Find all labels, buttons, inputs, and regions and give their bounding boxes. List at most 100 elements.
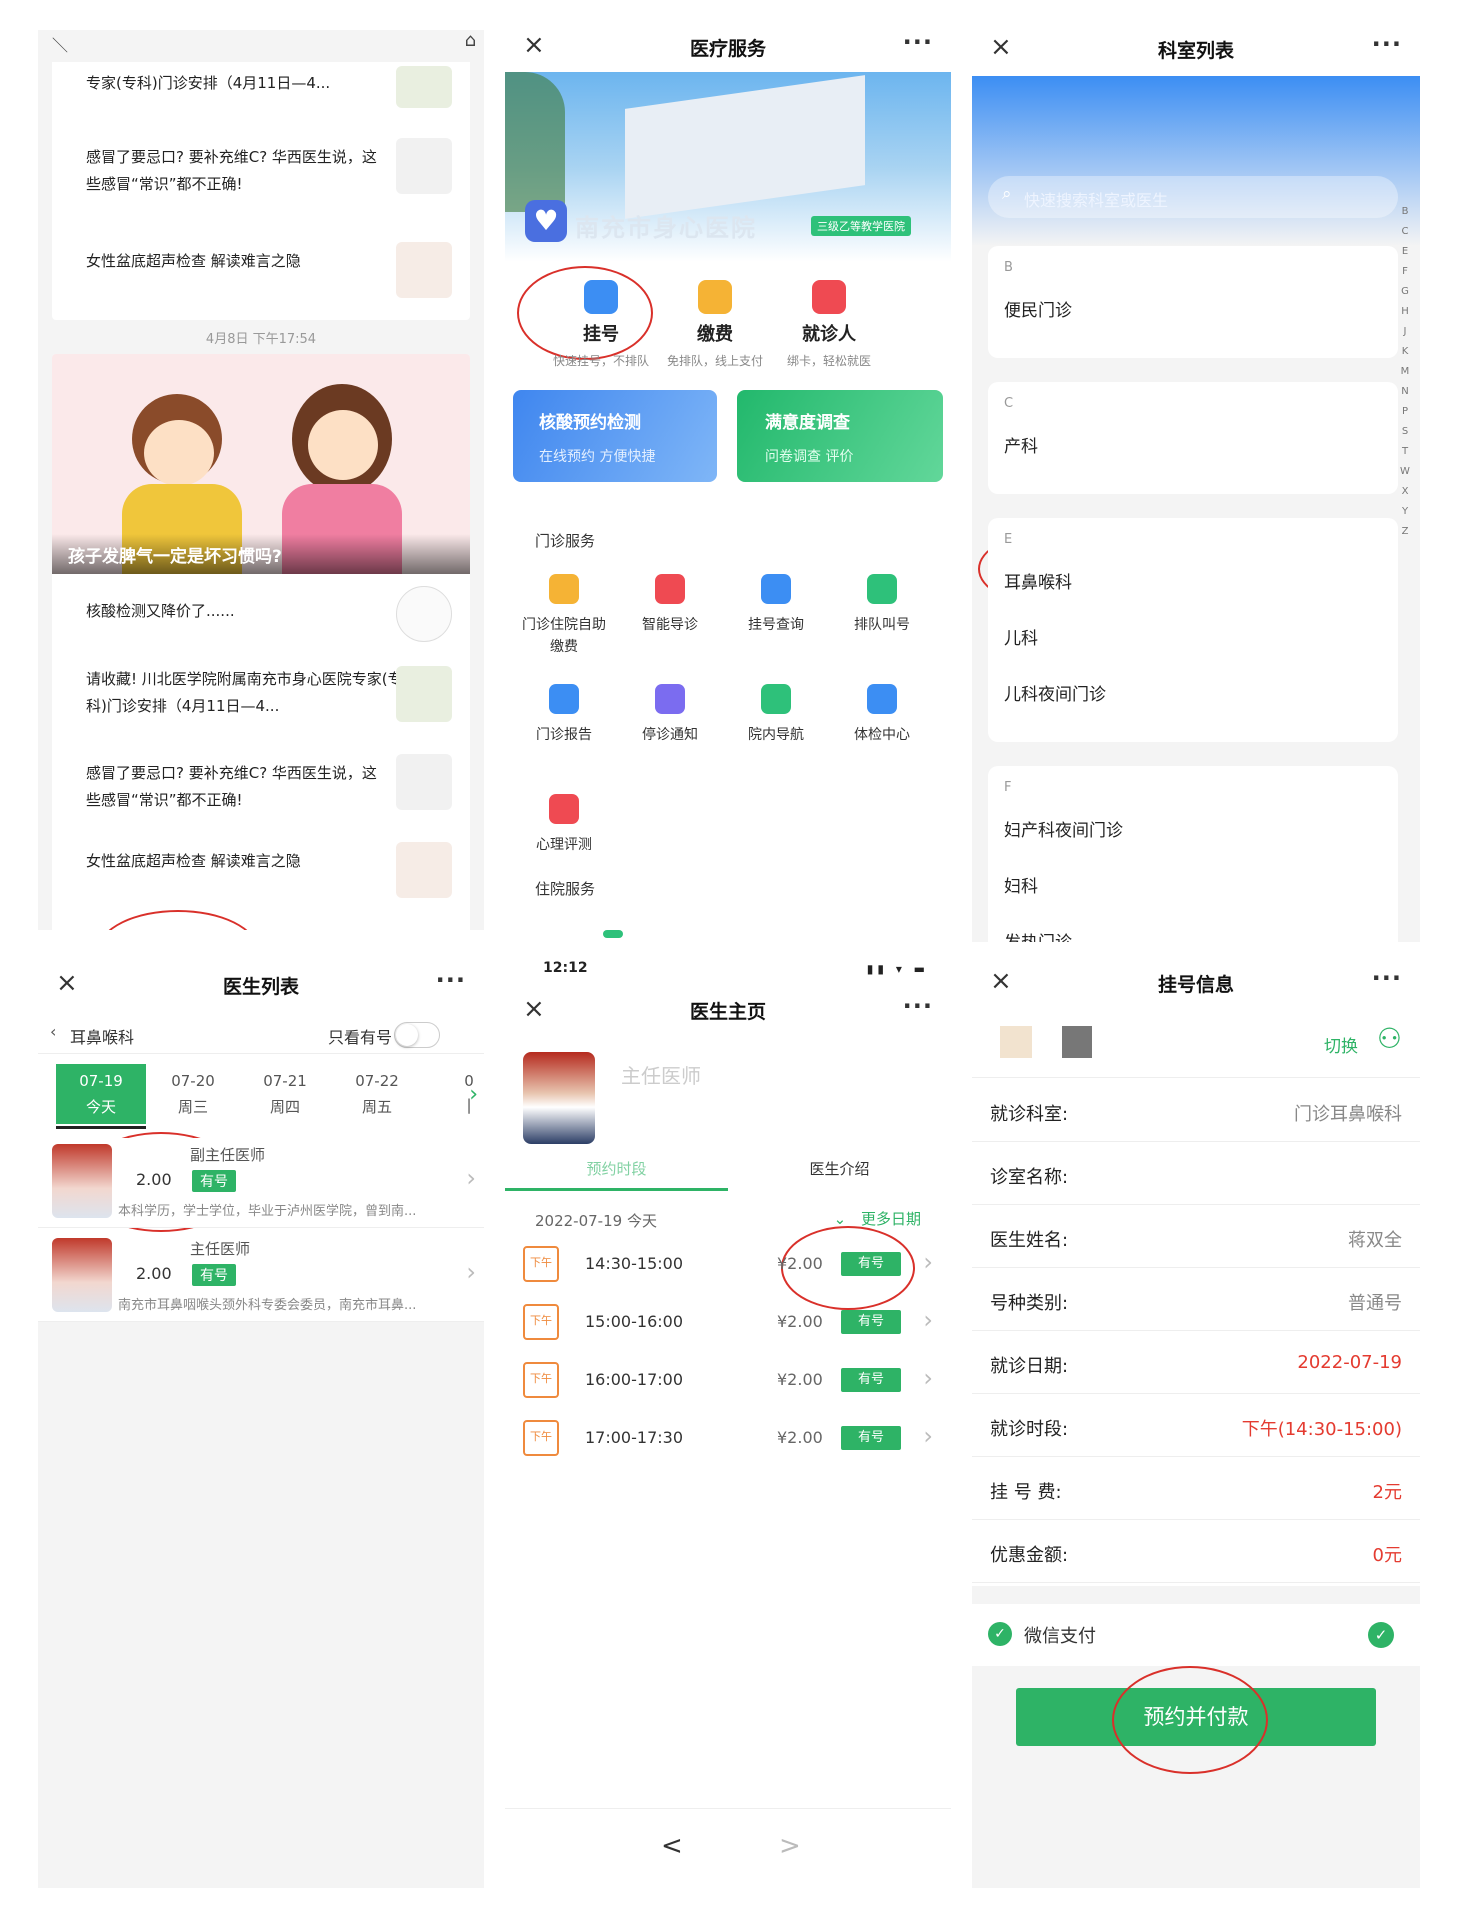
department-item[interactable]: 儿科夜间门诊 — [1004, 680, 1106, 705]
department-back-label[interactable]: 耳鼻喉科 — [70, 1024, 134, 1048]
patient-name-masked — [1062, 1026, 1092, 1058]
date-tab[interactable]: 07-22 周五 — [332, 1064, 422, 1124]
action-1[interactable]: 挂号 快速挂号，不排队 — [541, 280, 661, 369]
time-slot[interactable]: 下午 17:00-17:30 ¥2.00 有号 › — [523, 1412, 933, 1468]
service-item[interactable]: 体检中心 — [829, 684, 935, 746]
department-item[interactable]: 儿科 — [1004, 624, 1038, 649]
back-icon[interactable]: ＼ — [52, 32, 68, 56]
index-letter[interactable]: J — [1398, 322, 1412, 342]
index-letter[interactable]: E — [1398, 242, 1412, 262]
date-tab[interactable]: 07-21 周四 — [240, 1064, 330, 1124]
info-value: 0元 — [1372, 1545, 1402, 1566]
index-letter[interactable]: B — [1398, 202, 1412, 222]
index-letter[interactable]: S — [1398, 422, 1412, 442]
index-letter[interactable]: C — [1398, 222, 1412, 242]
time-slot[interactable]: 下午 15:00-16:00 ¥2.00 有号 › — [523, 1296, 933, 1352]
registration-info-panel: × 挂号信息 ··· 切换 ⚇ ✓ 微信支付 ✓ 预约并付款 就诊科室: 门诊耳鼻… — [972, 958, 1420, 1888]
banner-nucleic[interactable]: 核酸预约检测 在线预约 方便快捷 — [513, 390, 717, 482]
department-item[interactable]: 妇科 — [1004, 872, 1038, 897]
service-item[interactable]: 门诊住院自助缴费 — [511, 574, 617, 658]
index-letter[interactable]: N — [1398, 382, 1412, 402]
department-item[interactable]: 妇产科夜间门诊 — [1004, 816, 1123, 841]
index-letter[interactable]: Z — [1398, 522, 1412, 542]
department-item[interactable]: 耳鼻喉科 — [1004, 568, 1072, 593]
section-title-inpatient: 住院服务 — [535, 880, 596, 898]
department-group: F 妇产科夜间门诊妇科发热门诊 — [988, 766, 1398, 942]
service-item[interactable]: 门诊报告 — [511, 684, 617, 746]
news-item[interactable]: 感冒了要忌口? 要补充维C? 华西医生说，这些感冒“常识”都不正确! — [52, 742, 470, 822]
date-tab[interactable]: 07-19 今天 — [56, 1064, 146, 1124]
more-icon[interactable]: ··· — [903, 992, 933, 1020]
more-icon[interactable]: ··· — [436, 966, 466, 994]
service-item[interactable]: 心理评测 — [511, 794, 617, 856]
feature-article[interactable]: 孩子发脾气一定是坏习惯吗? — [52, 354, 470, 574]
back-chevron-icon[interactable]: ‹ — [50, 1022, 56, 1041]
more-icon[interactable]: ··· — [1372, 30, 1402, 58]
only-available-toggle[interactable] — [394, 1022, 440, 1048]
more-icon[interactable]: ··· — [1372, 964, 1402, 992]
service-label: 门诊住院自助缴费 — [522, 617, 606, 655]
search-bar[interactable]: ⌕ 快速搜索科室或医生 — [988, 176, 1398, 218]
time-slot[interactable]: 下午 16:00-17:00 ¥2.00 有号 › — [523, 1354, 933, 1410]
news-item[interactable]: 核酸检测又降价了...... — [52, 574, 470, 648]
index-letter[interactable]: X — [1398, 482, 1412, 502]
more-icon[interactable]: ··· — [903, 28, 933, 56]
top-bar: ＼ ⌂ — [38, 30, 484, 58]
alphabet-index[interactable]: BCEFGHJKMNPSTWXYZ — [1398, 202, 1412, 542]
index-letter[interactable]: W — [1398, 462, 1412, 482]
share-icon[interactable]: ⌂ — [465, 30, 476, 51]
index-letter[interactable]: T — [1398, 442, 1412, 462]
switch-label[interactable]: 切换 — [1324, 1032, 1358, 1057]
date-tab-day: 周三 — [177, 1098, 208, 1116]
department-item[interactable]: 发热门诊 — [1004, 928, 1072, 942]
index-letter[interactable]: H — [1398, 302, 1412, 322]
index-letter[interactable]: P — [1398, 402, 1412, 422]
nav-forward-button[interactable]: > — [779, 1831, 801, 1861]
close-icon[interactable]: × — [56, 968, 78, 998]
close-icon[interactable]: × — [523, 994, 545, 1024]
header: × 挂号信息 ··· — [972, 958, 1420, 1008]
action-label: 缴费 — [697, 324, 733, 345]
action-3[interactable]: 就诊人 绑卡，轻松就医 — [769, 280, 889, 369]
service-icon — [867, 574, 897, 604]
news-item[interactable]: 女性盆底超声检查 解读难言之隐 — [52, 830, 470, 910]
news-item[interactable]: 女性盆底超声检查 解读难言之隐 — [52, 230, 470, 310]
info-row: 号种类别: 普通号 — [972, 1269, 1420, 1331]
page-title: 医生主页 — [689, 1000, 766, 1023]
department-item[interactable]: 便民门诊 — [1004, 296, 1072, 321]
index-letter[interactable]: K — [1398, 342, 1412, 362]
index-letter[interactable]: F — [1398, 262, 1412, 282]
search-input[interactable]: 快速搜索科室或医生 — [1024, 187, 1168, 211]
patient-card: 切换 ⚇ — [972, 1016, 1420, 1078]
tab-appointment-slots[interactable]: 预约时段 — [505, 1158, 728, 1179]
tab-doctor-intro[interactable]: 医生介绍 — [728, 1158, 951, 1179]
switch-user-icon[interactable]: ⚇ — [1377, 1022, 1402, 1055]
payment-method-label: 微信支付 — [1024, 1626, 1096, 1647]
doctor-row[interactable]: 主任医师 2.00 有号 南充市耳鼻咽喉头颈外科专委会委员，南充市耳鼻... › — [38, 1232, 484, 1322]
close-icon[interactable]: × — [990, 966, 1012, 996]
service-item[interactable]: 排队叫号 — [829, 574, 935, 636]
nav-back-button[interactable]: < — [661, 1831, 683, 1861]
news-item[interactable]: 请收藏! 川北医学院附属南充市身心医院专家(专科)门诊安排（4月11日—4... — [52, 654, 470, 734]
date-tab[interactable]: 0 | — [424, 1064, 484, 1124]
service-item[interactable]: 智能导诊 — [617, 574, 723, 636]
close-icon[interactable]: × — [990, 32, 1012, 62]
payment-method[interactable]: ✓ 微信支付 ✓ — [972, 1604, 1420, 1666]
action-sub: 绑卡，轻松就医 — [786, 354, 871, 368]
index-letter[interactable]: G — [1398, 282, 1412, 302]
index-letter[interactable]: Y — [1398, 502, 1412, 522]
banner-survey[interactable]: 满意度调查 问卷调查 评价 — [737, 390, 943, 482]
date-tab[interactable]: 07-20 周三 — [148, 1064, 238, 1124]
news-item[interactable]: 专家(专科)门诊安排（4月11日—4... — [52, 62, 470, 122]
service-item[interactable]: 停诊通知 — [617, 684, 723, 746]
close-icon[interactable]: × — [523, 30, 545, 60]
doctor-row[interactable]: 副主任医师 2.00 有号 本科学历，学士学位，毕业于泸州医学院，曾到南... › — [38, 1138, 484, 1228]
department-item[interactable]: 产科 — [1004, 432, 1038, 457]
hospital-logo-icon: ♥ — [525, 200, 567, 242]
time-slot[interactable]: 下午 14:30-15:00 ¥2.00 有号 › — [523, 1238, 933, 1294]
index-letter[interactable]: M — [1398, 362, 1412, 382]
action-2[interactable]: 缴费 免排队，线上支付 — [655, 280, 775, 369]
service-item[interactable]: 挂号查询 — [723, 574, 829, 636]
service-item[interactable]: 院内导航 — [723, 684, 829, 746]
news-item[interactable]: 感冒了要忌口? 要补充维C? 华西医生说，这些感冒“常识”都不正确! — [52, 126, 470, 218]
